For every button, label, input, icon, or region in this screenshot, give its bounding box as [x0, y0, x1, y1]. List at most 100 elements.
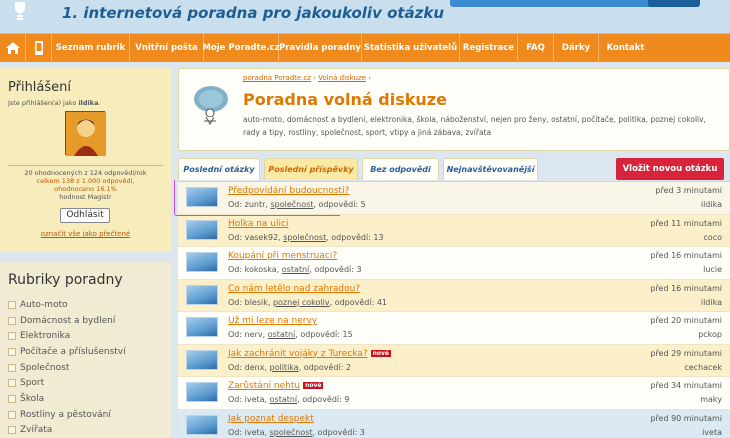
user-stats: 20 ohodnocených z 124 odpovědí/rok celke… — [24, 169, 147, 201]
breadcrumb-separator: › — [368, 74, 371, 82]
list-item[interactable]: Jak zachránit vojáky z Turecka? nové Od: … — [178, 344, 730, 377]
logout-button[interactable]: Odhlásit — [60, 208, 110, 223]
category-link[interactable]: ostatní — [270, 395, 298, 404]
category-link[interactable]: společnost — [270, 200, 313, 209]
category-item[interactable]: Společnost — [8, 360, 126, 376]
question-thumbnail — [186, 219, 218, 240]
question-last-user[interactable]: ildika — [701, 298, 722, 307]
mobile-icon[interactable] — [26, 33, 52, 63]
question-last-user[interactable]: lucie — [703, 265, 722, 274]
new-badge: nové — [370, 349, 391, 357]
question-time: před 16 minutami — [650, 283, 722, 293]
question-title-link[interactable]: Už mi leze na nervy — [228, 316, 317, 326]
site-title[interactable]: 1. internetová poradna pro jakoukoliv ot… — [62, 4, 444, 22]
tab-bez-odpovedi[interactable]: Bez odpovědi — [362, 158, 439, 180]
category-link[interactable]: ostatní — [282, 265, 310, 274]
nav-vnitrni-posta[interactable]: Vnitřní pošta — [130, 33, 204, 63]
question-last-user[interactable]: pckop — [698, 330, 722, 339]
avatar[interactable] — [65, 111, 106, 156]
category-item[interactable]: Auto-moto — [8, 297, 126, 313]
question-time: před 11 minutami — [650, 218, 722, 228]
category-item[interactable]: Sport — [8, 375, 126, 391]
question-title-link[interactable]: Co nám letělo nad zahradou? — [228, 284, 360, 294]
question-title-link[interactable]: Zarůstání nehtu nové — [228, 381, 324, 391]
new-question-button[interactable]: Vložit novou otázku — [616, 158, 724, 180]
question-title-link[interactable]: Jak zachránit vojáky z Turecka? nové — [228, 349, 391, 359]
checkbox-icon — [8, 379, 16, 388]
question-title-link[interactable]: Koupání při menstruaci? — [228, 251, 337, 261]
nav-faq[interactable]: FAQ — [518, 33, 554, 63]
nav-statistika[interactable]: Statistika uživatelů — [362, 33, 460, 63]
login-heading: Přihlášení — [8, 80, 72, 95]
question-last-user[interactable]: coco — [703, 233, 722, 242]
list-item[interactable]: Holka na ulici Od: vasek92, společnost, … — [178, 214, 730, 247]
nav-darky[interactable]: Dárky — [554, 33, 599, 63]
new-badge: nové — [303, 382, 324, 389]
lightbulb-icon — [8, 0, 32, 22]
question-title-link[interactable]: Holka na ulici — [228, 219, 288, 229]
checkbox-icon — [8, 426, 16, 435]
logged-in-username: ildika — [78, 99, 99, 107]
question-meta: Od: zuntr, společnost, odpovědí: 5 — [228, 200, 366, 209]
list-item[interactable]: Co nám letělo nad zahradou? Od: blesik, … — [178, 279, 730, 312]
categories-panel: Rubriky poradny Auto-moto Domácnost a by… — [0, 262, 171, 438]
nav-seznam-rubrik[interactable]: Seznam rubrik — [52, 33, 130, 63]
nav-registrace[interactable]: Registrace — [460, 33, 518, 63]
list-item[interactable]: Koupání při menstruaci? Od: kokoska, ost… — [178, 247, 730, 280]
category-item[interactable]: Elektronika — [8, 328, 126, 344]
list-item[interactable]: Předpovídání budoucnosti? Od: zuntr, spo… — [178, 182, 730, 215]
discussion-icon — [194, 86, 228, 125]
breadcrumb: poradna Poradte.cz › Volná diskuze › — [243, 74, 371, 82]
question-meta: Od: iveta, společnost, odpovědí: 3 — [228, 427, 365, 437]
question-title-link[interactable]: Předpovídání budoucnosti? — [228, 186, 349, 196]
question-meta: Od: nerv, ostatní, odpovědí: 15 — [228, 330, 353, 339]
question-time: před 16 minutami — [650, 251, 722, 260]
category-item[interactable]: Zvířata — [8, 423, 126, 438]
list-item[interactable]: Zarůstání nehtu nové Od: iveta, ostatní, … — [178, 377, 730, 410]
nav-kontakt[interactable]: Kontakt — [599, 34, 652, 63]
list-item[interactable]: Jak poznat despekt Od: iveta, společnost… — [178, 409, 730, 438]
mark-all-read-link[interactable]: označit vše jako přečtené — [0, 230, 171, 238]
home-icon[interactable] — [0, 33, 26, 63]
category-item[interactable]: Počítače a příslušenství — [8, 344, 126, 360]
page-title: Poradna volná diskuze — [243, 90, 447, 109]
question-meta: Od: blesik, poznej cokoliv, odpovědí: 41 — [228, 297, 388, 307]
question-last-user[interactable]: ildika — [701, 200, 722, 209]
category-link[interactable]: společnost — [283, 233, 326, 242]
main-content: poradna Poradte.cz › Volná diskuze › Por… — [178, 68, 730, 438]
checkbox-icon — [8, 363, 16, 372]
category-link[interactable]: ostatní — [268, 330, 296, 339]
question-time: před 29 minutami — [650, 348, 722, 358]
checkbox-icon — [8, 332, 16, 341]
question-meta: Od: iveta, ostatní, odpovědí: 9 — [228, 395, 350, 404]
question-thumbnail — [186, 187, 218, 207]
breadcrumb-current-link[interactable]: Volná diskuze — [318, 74, 366, 82]
category-link[interactable]: společnost — [270, 428, 313, 437]
question-last-user[interactable]: cechacek — [684, 363, 722, 372]
tab-bar: Poslední otázky Poslední příspěvky Bez o… — [178, 158, 730, 180]
list-item[interactable]: Už mi leze na nervy Od: nerv, ostatní, o… — [178, 312, 730, 345]
checkbox-icon — [8, 316, 16, 325]
logged-in-text: Jste přihlášen(a) jako ildika. — [8, 99, 101, 107]
question-time: před 20 minutami — [650, 316, 722, 325]
category-item[interactable]: Škola — [8, 391, 126, 407]
breadcrumb-root-link[interactable]: poradna Poradte.cz — [243, 74, 311, 82]
question-title-link[interactable]: Jak poznat despekt — [228, 414, 314, 424]
category-link[interactable]: politika — [270, 363, 299, 372]
question-thumbnail — [186, 284, 218, 305]
checkbox-icon — [8, 410, 16, 419]
question-thumbnail — [186, 317, 218, 337]
question-last-user[interactable]: iveta — [702, 428, 722, 437]
category-item[interactable]: Rostliny a pěstování — [8, 407, 126, 423]
tab-posledni-otazky[interactable]: Poslední otázky — [178, 158, 260, 180]
question-last-user[interactable]: maky — [700, 395, 722, 404]
nav-moje-poradte[interactable]: Moje Poradte.cz — [202, 33, 280, 63]
tab-posledni-prispevky[interactable]: Poslední příspěvky — [264, 158, 358, 180]
category-item[interactable]: Domácnost a bydlení — [8, 313, 126, 329]
checkbox-icon — [8, 394, 16, 403]
nav-pravidla[interactable]: Pravidla poradny — [279, 33, 362, 63]
checkbox-icon — [8, 347, 16, 356]
search-button[interactable] — [648, 0, 700, 7]
tab-nejnavstevovanejsi[interactable]: Nejnavštěvovanější — [443, 158, 538, 180]
category-link[interactable]: poznej cokoliv — [273, 298, 330, 307]
